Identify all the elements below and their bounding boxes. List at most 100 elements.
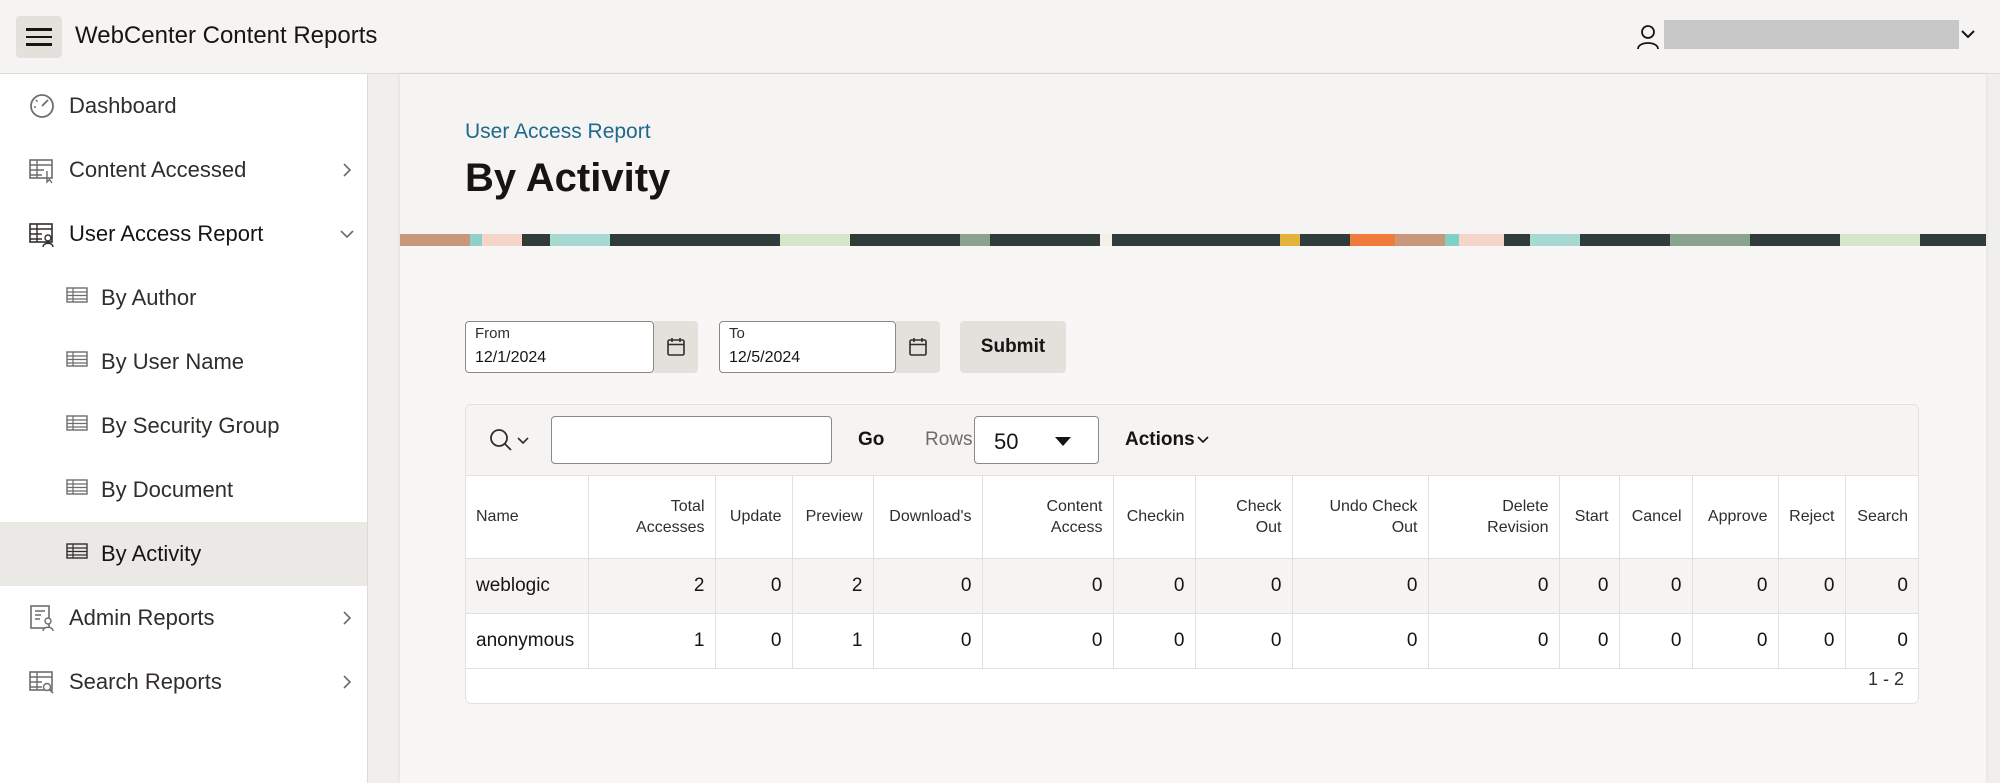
user-icon[interactable]: [1636, 24, 1660, 50]
search-icon[interactable]: [488, 427, 532, 455]
column-header-label: Check Out: [1236, 497, 1282, 536]
sidebar-item-label: Content Accessed: [69, 157, 247, 182]
sidebar-item-admin-reports[interactable]: Admin Reports: [0, 586, 367, 650]
interactive-report: Go Rows 50 Actions Name Total Accesses U…: [465, 404, 1919, 704]
cell-total-accesses: 2: [588, 558, 716, 614]
page-hero: User Access Report By Activity: [400, 74, 1986, 246]
from-date-field[interactable]: From 12/1/2024: [465, 321, 654, 373]
cell-checkin: 0: [1113, 613, 1196, 669]
main-gutter: [368, 74, 400, 783]
cell-start: 0: [1559, 613, 1620, 669]
dashboard-gauge-icon: [30, 94, 54, 118]
sidebar-item-search-reports[interactable]: Search Reports: [0, 650, 367, 714]
column-header-name[interactable]: Name: [466, 476, 589, 559]
column-header-search[interactable]: Search: [1845, 476, 1918, 559]
column-header-undo-check-out[interactable]: Undo Check Out: [1292, 476, 1429, 559]
sidebar-item-content-accessed[interactable]: Content Accessed: [0, 138, 367, 202]
caret-down-icon: [1055, 437, 1071, 446]
from-date-value[interactable]: 12/1/2024: [475, 349, 546, 367]
column-header-label: Undo Check Out: [1329, 497, 1418, 536]
cell-check-out: 0: [1195, 558, 1293, 614]
calendar-icon: [909, 338, 927, 356]
column-header-update[interactable]: Update: [715, 476, 793, 559]
cell-search: 0: [1845, 558, 1918, 614]
cell-downloads: 0: [873, 558, 983, 614]
cell-preview: 2: [792, 558, 874, 614]
chevron-down-icon[interactable]: [1196, 435, 1210, 445]
table-icon: [66, 543, 88, 559]
from-date-calendar-button[interactable]: [654, 321, 698, 373]
cell-delete-revision: 0: [1428, 613, 1560, 669]
sidebar-item-label: By Author: [101, 285, 197, 310]
table-icon: [66, 351, 88, 367]
column-header-delete-revision[interactable]: Delete Revision: [1428, 476, 1560, 559]
sidebar-item-by-security-group[interactable]: By Security Group: [0, 394, 367, 458]
decorative-banner-strip: [400, 234, 1986, 246]
sidebar-item-dashboard[interactable]: Dashboard: [0, 74, 367, 138]
sidebar-nav: Dashboard Content Accessed User Access R…: [0, 74, 368, 783]
to-date-value[interactable]: 12/5/2024: [729, 349, 800, 367]
report-toolbar: Go Rows 50 Actions: [466, 405, 1918, 476]
sidebar-item-label: By Document: [101, 477, 234, 502]
sidebar-item-user-access-report[interactable]: User Access Report: [0, 202, 367, 266]
to-date-calendar-button[interactable]: [896, 321, 940, 373]
chevron-down-icon[interactable]: [1960, 28, 1976, 40]
hamburger-menu-button[interactable]: [16, 16, 62, 58]
calendar-icon: [667, 338, 685, 356]
app-header: WebCenter Content Reports: [0, 0, 2000, 74]
cell-name: weblogic: [466, 558, 589, 614]
submit-button[interactable]: Submit: [960, 321, 1066, 373]
cell-content-access: 0: [982, 558, 1114, 614]
report-search-input[interactable]: [551, 416, 832, 464]
sidebar-item-label: Admin Reports: [69, 605, 215, 630]
cell-checkin: 0: [1113, 558, 1196, 614]
rows-label: Rows: [925, 429, 973, 450]
actions-menu-button[interactable]: Actions: [1125, 429, 1195, 451]
cell-total-accesses: 1: [588, 613, 716, 669]
column-header-approve[interactable]: Approve: [1692, 476, 1779, 559]
cell-reject: 0: [1778, 613, 1846, 669]
sidebar-item-by-author[interactable]: By Author: [0, 266, 367, 330]
hamburger-icon: [26, 28, 52, 31]
from-date-label: From: [475, 325, 510, 342]
rows-per-page-select[interactable]: 50: [974, 416, 1099, 464]
cell-update: 0: [715, 558, 793, 614]
chevron-right-icon[interactable]: [340, 611, 354, 625]
column-header-reject[interactable]: Reject: [1778, 476, 1846, 559]
breadcrumb[interactable]: User Access Report: [465, 120, 651, 144]
chevron-right-icon[interactable]: [340, 163, 354, 177]
chevron-right-icon[interactable]: [340, 675, 354, 689]
main-content: User Access Report By Activity From 12/1…: [400, 74, 1986, 783]
table-row: anonymous 1 0 1 0 0 0 0 0 0 0 0 0 0 0: [466, 613, 1918, 669]
column-header-preview[interactable]: Preview: [792, 476, 874, 559]
cell-approve: 0: [1692, 613, 1779, 669]
to-date-field[interactable]: To 12/5/2024: [719, 321, 896, 373]
column-header-content-access[interactable]: Content Access: [982, 476, 1114, 559]
user-name-redacted[interactable]: [1664, 20, 1959, 49]
app-title[interactable]: WebCenter Content Reports: [75, 22, 377, 50]
column-header-label: Total Accesses: [636, 497, 705, 536]
column-header-label: Delete Revision: [1487, 497, 1549, 536]
column-header-check-out[interactable]: Check Out: [1195, 476, 1293, 559]
sidebar-item-by-user-name[interactable]: By User Name: [0, 330, 367, 394]
sidebar-item-label: Search Reports: [69, 669, 222, 694]
cell-search: 0: [1845, 613, 1918, 669]
sidebar-item-by-activity[interactable]: By Activity: [0, 522, 367, 586]
cell-undo-check-out: 0: [1292, 558, 1429, 614]
column-header-total-accesses[interactable]: Total Accesses: [588, 476, 716, 559]
table-icon: [66, 415, 88, 431]
sidebar-item-by-document[interactable]: By Document: [0, 458, 367, 522]
chevron-down-icon[interactable]: [340, 227, 354, 241]
cell-downloads: 0: [873, 613, 983, 669]
column-header-cancel[interactable]: Cancel: [1619, 476, 1693, 559]
table-header-row: Name Total Accesses Update Preview Downl…: [466, 476, 1918, 559]
page-title: By Activity: [465, 156, 671, 200]
cell-start: 0: [1559, 558, 1620, 614]
column-header-start[interactable]: Start: [1559, 476, 1620, 559]
column-header-label: Content Access: [1046, 497, 1103, 536]
column-header-downloads[interactable]: Download's: [873, 476, 983, 559]
cell-undo-check-out: 0: [1292, 613, 1429, 669]
column-header-checkin[interactable]: Checkin: [1113, 476, 1196, 559]
go-button[interactable]: Go: [858, 429, 884, 451]
cell-cancel: 0: [1619, 558, 1693, 614]
